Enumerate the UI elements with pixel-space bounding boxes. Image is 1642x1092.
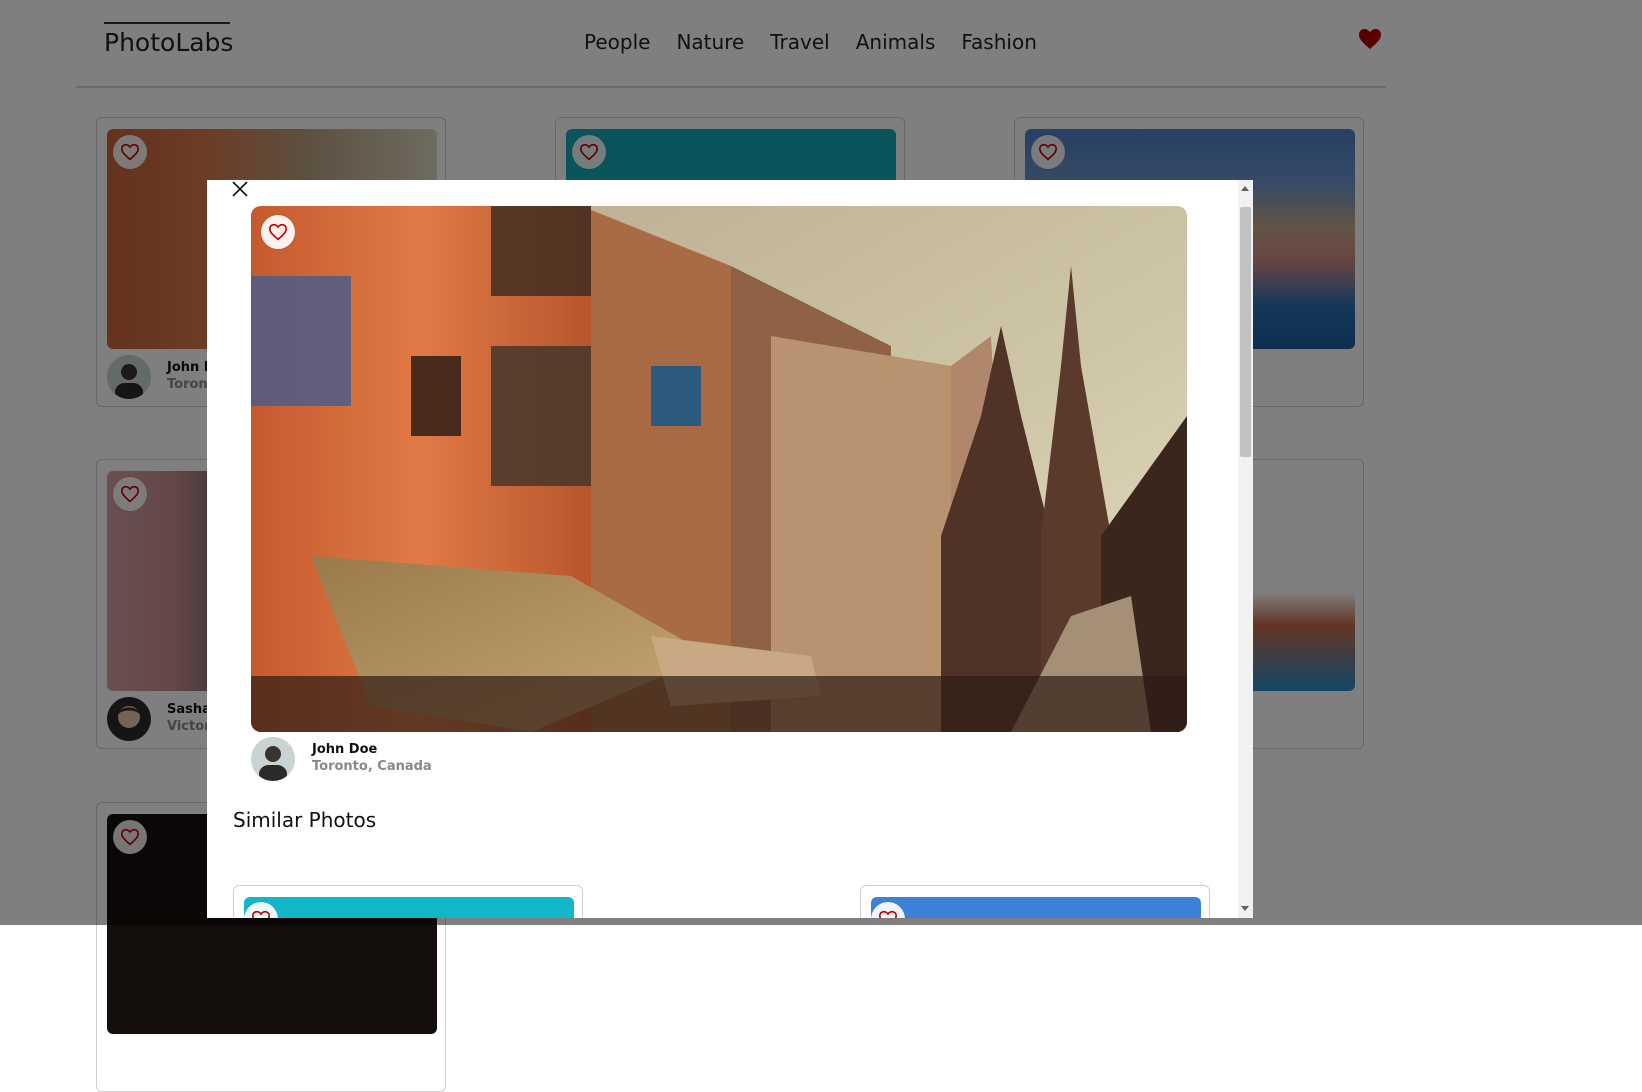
photo-image[interactable]: [871, 897, 1201, 918]
like-button[interactable]: [261, 215, 295, 249]
scroll-thumb[interactable]: [1240, 207, 1251, 457]
photographer-name: John Doe: [312, 742, 378, 757]
scroll-up-arrow-icon[interactable]: [1241, 186, 1249, 191]
photo-details-modal: John Doe Toronto, Canada Similar Photos: [207, 180, 1253, 918]
main-photo-image: [251, 206, 1187, 732]
main-photo: [251, 206, 1187, 732]
photographer-avatar: [251, 737, 295, 781]
similar-photo-card-2[interactable]: [860, 885, 1210, 918]
similar-photo-card-1[interactable]: [233, 885, 583, 918]
scroll-down-arrow-icon[interactable]: [1241, 906, 1249, 911]
photo-image[interactable]: [244, 897, 574, 918]
close-icon[interactable]: [231, 180, 251, 200]
modal-scrollbar[interactable]: [1238, 180, 1253, 918]
similar-photos-heading: Similar Photos: [233, 808, 377, 832]
photographer-location: Toronto, Canada: [312, 759, 432, 774]
